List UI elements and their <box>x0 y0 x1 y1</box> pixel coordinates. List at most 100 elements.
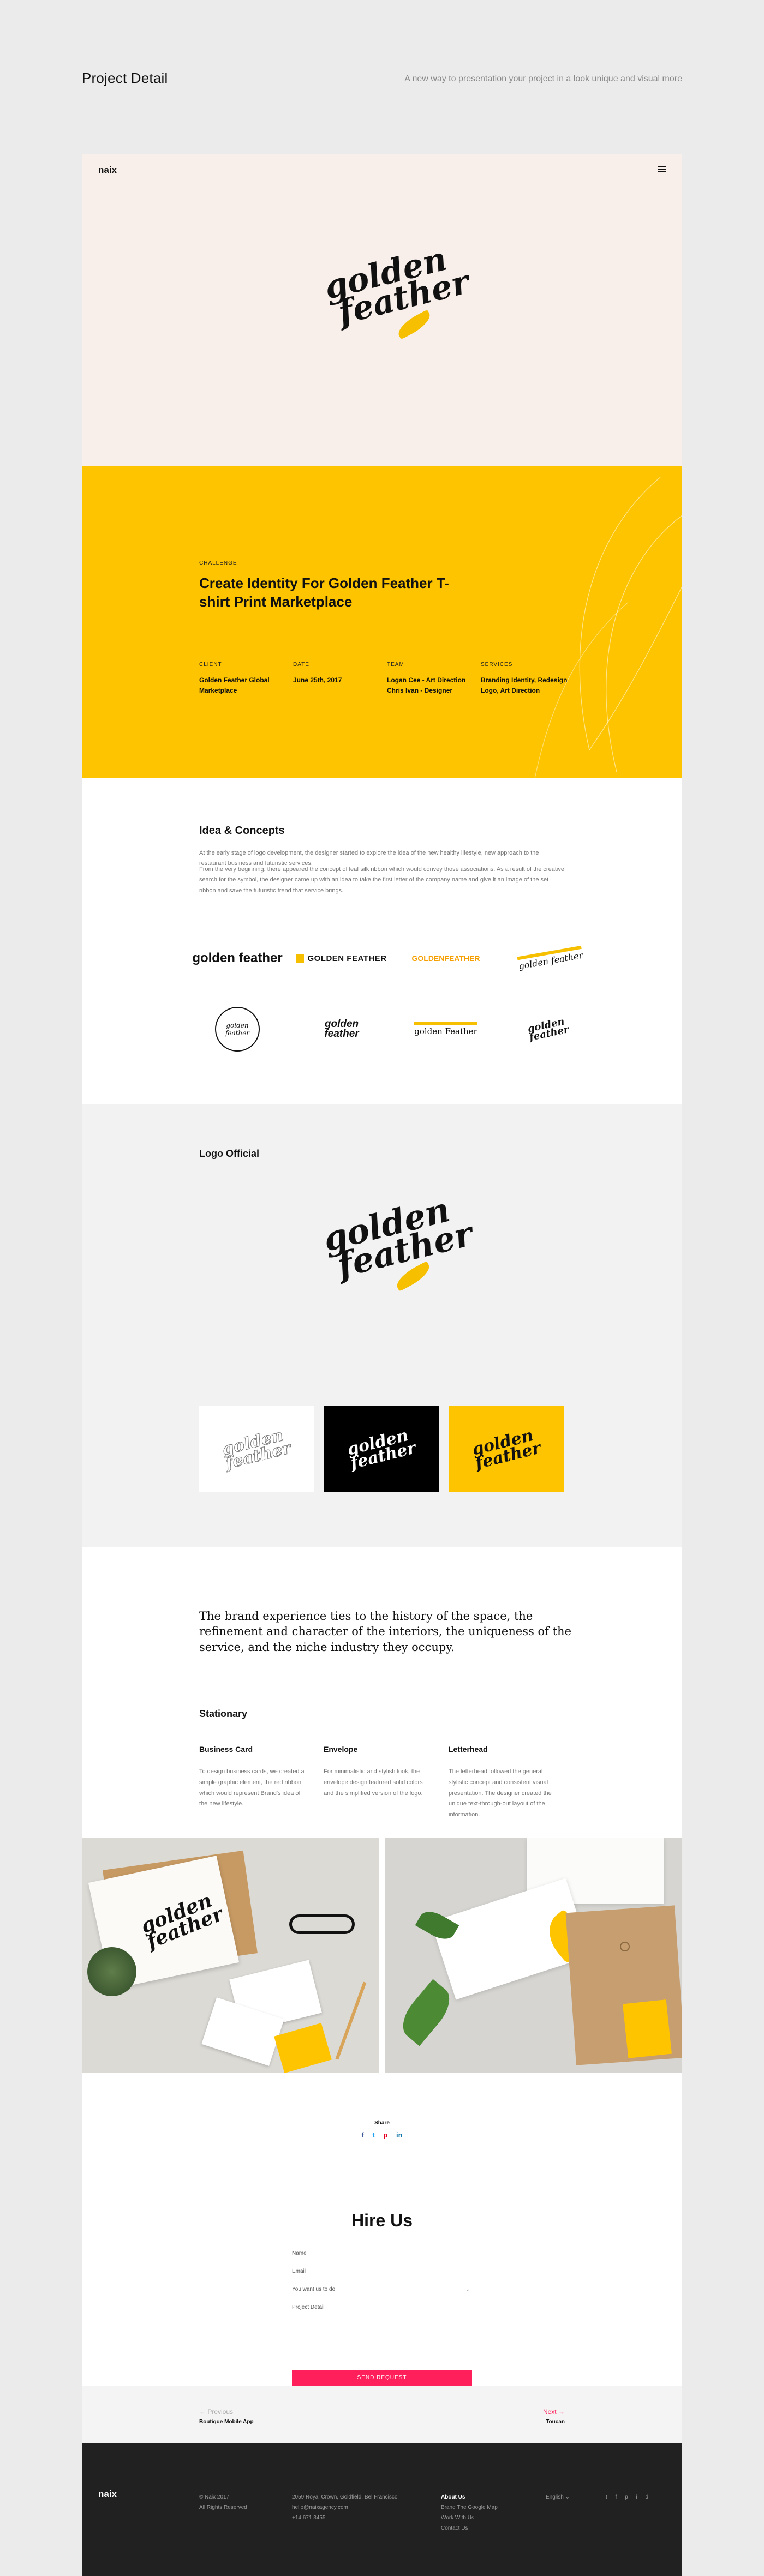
site-footer: naix © Naix 2017 All Rights Reserved 205… <box>82 2443 682 2576</box>
meta-label: CLIENT <box>199 662 222 668</box>
next-label: Next → <box>542 2408 565 2416</box>
project-detail-textarea[interactable]: Project Detail <box>292 2301 472 2339</box>
stationary-photo-left: golden feather <box>82 1838 379 2073</box>
idea-paragraph-2: From the very beginning, there appeared … <box>199 866 564 894</box>
meta-date: DATE June 25th, 2017 <box>293 662 391 686</box>
succulent-plant <box>87 1947 136 1996</box>
service-select-label: You want us to do <box>292 2286 336 2292</box>
stationary-section: The brand experience ties to the history… <box>82 1547 682 2212</box>
prev-label-text: Previous <box>207 2408 234 2416</box>
concept-text: golden feather <box>526 1016 570 1043</box>
service-select[interactable]: You want us to do ⌄ <box>292 2283 472 2299</box>
rights-text: All Rights Reserved <box>199 2505 247 2511</box>
meta-label: DATE <box>293 662 309 668</box>
meta-label: SERVICES <box>481 662 513 668</box>
copyright-text: © Naix 2017 <box>199 2494 230 2500</box>
language-select[interactable]: English ⌄ <box>546 2492 570 2502</box>
email-link[interactable]: hello@naixagency.com <box>292 2502 397 2513</box>
hire-title: Hire Us <box>351 2211 413 2230</box>
business-card-yellow <box>622 1999 672 2058</box>
twitter-icon[interactable]: t <box>606 2494 607 2500</box>
twitter-icon[interactable]: t <box>372 2131 374 2139</box>
brand-logo: golden feather <box>320 240 473 332</box>
footer-contact: 2059 Royal Crown, Goldfield, Bel Francis… <box>292 2492 397 2523</box>
logo-official-section: Logo Official golden feather golden feath… <box>82 1104 682 1547</box>
concept-logo: GOLDENFEATHER <box>394 931 498 986</box>
prev-project-link[interactable]: ← Previous Boutique Mobile App <box>199 2408 254 2425</box>
challenge-title: Create Identity For Golden Feather T-shi… <box>199 575 449 610</box>
outer-header: Project Detail A new way to presentation… <box>0 0 764 153</box>
prev-title: Boutique Mobile App <box>199 2419 254 2425</box>
footer-link-work[interactable]: Work With Us <box>441 2513 498 2523</box>
email-field[interactable]: Email <box>292 2265 472 2281</box>
next-project-link[interactable]: Next → Toucan <box>543 2408 565 2425</box>
pinterest-icon[interactable]: p <box>383 2131 387 2139</box>
logo-card-light: golden feather <box>199 1406 314 1492</box>
footer-social: t f p i d <box>606 2492 648 2502</box>
hamburger-menu-icon[interactable] <box>658 166 666 172</box>
chevron-down-icon: ⌄ <box>465 2286 470 2292</box>
meta-value: June 25th, 2017 <box>293 676 342 684</box>
col-text: To design business cards, we created a s… <box>199 1768 305 1808</box>
envelope-button <box>620 1942 630 1951</box>
glasses <box>289 1914 355 1934</box>
meta-value: Branding Identity, Redesign Logo, Art Di… <box>481 676 568 695</box>
facebook-icon[interactable]: f <box>616 2494 617 2500</box>
concept-text: GOLDEN FEATHER <box>296 953 386 963</box>
linkedin-icon[interactable]: in <box>396 2131 403 2139</box>
stationary-col-business-card: Business Card To design business cards, … <box>199 1745 308 1810</box>
stationary-title: Stationary <box>199 1708 248 1719</box>
meta-services: SERVICES Branding Identity, Redesign Log… <box>481 662 579 696</box>
card-logo: golden feather <box>470 1426 542 1473</box>
logo-official-title: Logo Official <box>199 1148 259 1159</box>
leaf <box>394 1979 458 2046</box>
logo-card-yellow: golden feather <box>449 1406 564 1492</box>
concept-text: golden feather <box>517 945 583 971</box>
dribbble-icon[interactable]: d <box>645 2494 648 2500</box>
logo-card-dark: golden feather <box>324 1406 439 1492</box>
challenge-section: CHALLENGE Create Identity For Golden Fea… <box>82 466 682 778</box>
footer-links: About Us Brand The Google Map Work With … <box>441 2492 498 2533</box>
concept-logo: golden Feather <box>394 1002 498 1056</box>
instagram-icon[interactable]: i <box>636 2494 637 2500</box>
pinterest-icon[interactable]: p <box>625 2494 628 2500</box>
address-text: 2059 Royal Crown, Goldfield, Bel Francis… <box>292 2494 398 2500</box>
hero-section: naix golden feather <box>82 154 682 466</box>
stationary-col-letterhead: Letterhead The letterhead followed the g… <box>449 1745 558 1821</box>
official-logo: golden feather <box>319 1190 477 1286</box>
language-label: English <box>546 2494 564 2500</box>
footer-link-map[interactable]: Brand The Google Map <box>441 2502 498 2513</box>
meta-value: Logan Cee - Art Direction Chris Ivan - D… <box>387 676 466 695</box>
phone-text: +14 671 3455 <box>292 2515 326 2521</box>
site-logo[interactable]: naix <box>98 165 117 176</box>
footer-logo[interactable]: naix <box>98 2489 117 2500</box>
concept-text: golden feather <box>192 951 283 966</box>
prev-label: ← Previous <box>199 2408 234 2416</box>
concept-text: golden feather <box>324 1018 359 1040</box>
meta-team: TEAM Logan Cee - Art Direction Chris Iva… <box>387 662 485 696</box>
concept-text: golden feather <box>215 1007 260 1052</box>
footer-copyright: © Naix 2017 All Rights Reserved <box>199 2492 247 2513</box>
challenge-label: CHALLENGE <box>199 560 237 566</box>
name-field[interactable]: Name <box>292 2247 472 2263</box>
next-title: Toucan <box>546 2419 565 2425</box>
idea-title: Idea & Concepts <box>199 825 285 837</box>
project-frame: naix golden feather CHALLENGE Create Ide… <box>82 154 682 2576</box>
meta-value: Golden Feather Global Marketplace <box>199 676 270 695</box>
idea-section: Idea & Concepts At the early stage of lo… <box>82 778 682 1104</box>
concept-logo: golden feather <box>186 1002 289 1056</box>
chevron-down-icon: ⌄ <box>565 2494 570 2500</box>
footer-link-contact[interactable]: Contact Us <box>441 2523 498 2533</box>
concept-logo: GOLDEN FEATHER <box>290 931 393 986</box>
page-title: Project Detail <box>82 70 168 86</box>
brand-quote: The brand experience ties to the history… <box>199 1610 571 1654</box>
send-request-button[interactable]: SEND REQUEST <box>292 2370 472 2386</box>
feather-outline-decoration <box>534 477 682 778</box>
col-text: The letterhead followed the general styl… <box>449 1768 552 1818</box>
footer-link-about[interactable]: About Us <box>441 2492 498 2502</box>
business-card-yellow <box>274 2022 332 2073</box>
stationary-col-envelope: Envelope For minimalistic and stylish lo… <box>324 1745 433 1799</box>
facebook-icon[interactable]: f <box>361 2131 363 2139</box>
concept-logo: golden feather <box>498 931 602 986</box>
card-logo: golden feather <box>345 1426 417 1473</box>
